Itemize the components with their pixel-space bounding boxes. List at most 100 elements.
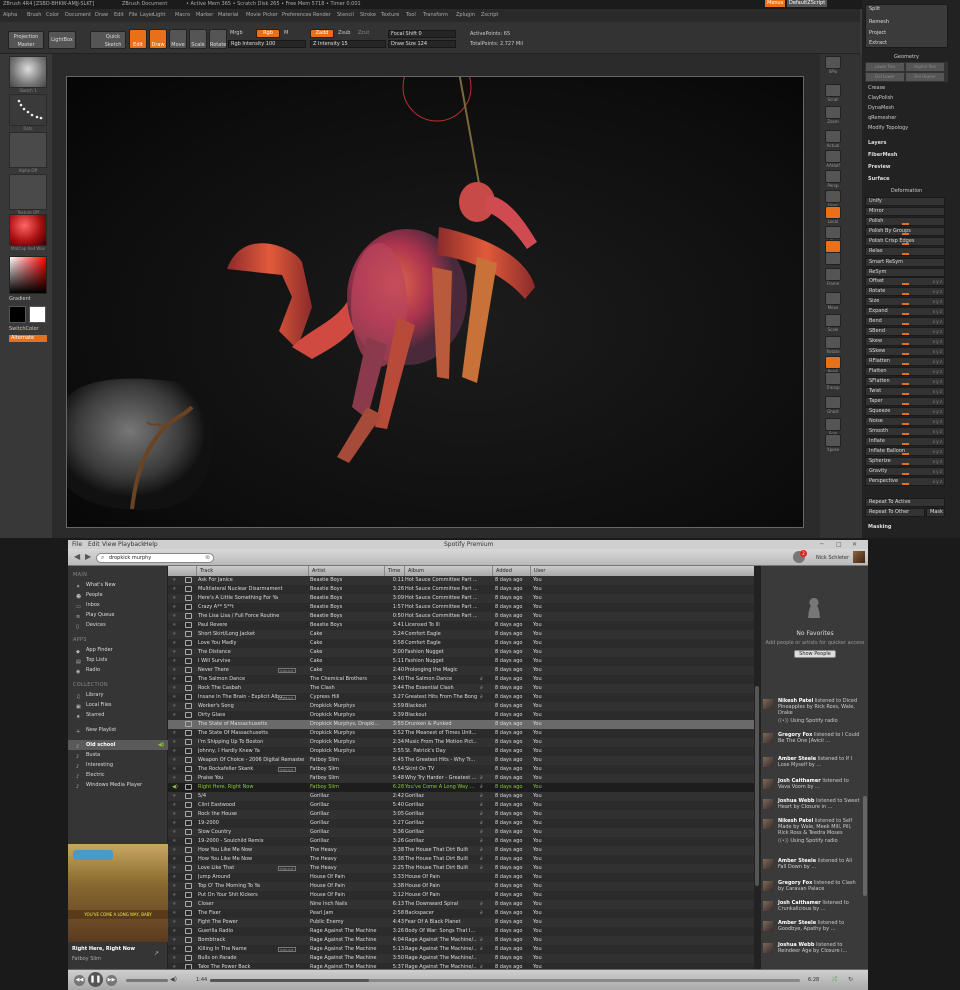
table-row[interactable]: ★ Rock the House Gorillaz 3:05 Gorillaz 8 day…	[168, 810, 754, 819]
gradient-label[interactable]: Gradient	[9, 296, 31, 302]
axis-toggles[interactable]: x y z	[933, 278, 942, 285]
table-row[interactable]: ★ The Fixer Pearl Jam 2:58 Backspacer 8 days …	[168, 909, 754, 918]
spix-icon[interactable]	[825, 56, 841, 69]
table-row[interactable]: ★ Weapon Of Choice - 2006 Digital Remaste…	[168, 756, 754, 765]
star-icon[interactable]: ★	[172, 756, 176, 765]
menu-edit[interactable]: Edit	[88, 540, 100, 549]
higher-res-button[interactable]: Higher Res	[906, 63, 944, 71]
track-album[interactable]: Rage Against The Machine/...	[405, 945, 477, 954]
axis-toggles[interactable]: x y z	[933, 448, 942, 455]
track-artist[interactable]: Cake	[310, 648, 382, 657]
track-album[interactable]: Prolonging the Magic	[405, 666, 477, 675]
table-row[interactable]: ★ The State of Massachusetts Dropkick Murp…	[168, 720, 754, 729]
share-link-icon[interactable]: ∂	[480, 792, 483, 801]
texture-tile[interactable]	[9, 174, 47, 210]
repeat-to-active-button[interactable]: Repeat To Active	[865, 498, 945, 507]
qremesher-item[interactable]: qRemesher	[865, 114, 948, 123]
track-album[interactable]: Backspacer	[405, 909, 477, 918]
polish-by-groups-slider[interactable]: Polish By Groups	[865, 227, 945, 236]
rgb-intensity-slider[interactable]: Rgb Intensity 100	[228, 40, 306, 48]
star-icon[interactable]: ★	[172, 711, 176, 720]
sidebar-item-whats-new[interactable]: ✶ What's New	[68, 580, 168, 590]
track-artist[interactable]: Rage Against The Machine	[310, 936, 382, 945]
star-icon[interactable]: ★	[172, 882, 176, 891]
star-icon[interactable]: ★	[172, 630, 176, 639]
add-to-playlist-icon[interactable]	[185, 856, 192, 862]
axis-toggles[interactable]: x y z	[933, 418, 942, 425]
column-artist[interactable]: Artist	[308, 566, 384, 576]
track-album[interactable]: Licensed To Ill	[405, 621, 477, 630]
deformation-slider-flatten[interactable]: Flatten x y z	[865, 367, 945, 376]
split-button[interactable]: Split	[869, 5, 880, 14]
add-to-playlist-icon[interactable]	[185, 757, 192, 763]
del-lower-button[interactable]: Del Lower	[866, 73, 904, 81]
show-people-button[interactable]: Show People	[794, 650, 836, 658]
star-icon[interactable]: ★	[172, 837, 176, 846]
menu-texture[interactable]: Texture	[381, 12, 399, 18]
track-album[interactable]: Hot Sauce Committee Part ...	[405, 585, 477, 594]
table-row[interactable]: ★ The Rockafeller Skank Fatboy Slim 6:54 Ski…	[168, 765, 754, 774]
table-row[interactable]: ★ Guerilla Radio Rage Against The Machine 3…	[168, 927, 754, 936]
track-artist[interactable]: The Chemical Brothers	[310, 675, 382, 684]
transp-icon[interactable]	[825, 372, 841, 385]
axis-toggles[interactable]: x y z	[933, 348, 942, 355]
star-icon[interactable]: ★	[172, 891, 176, 900]
track-album[interactable]: Gorillaz	[405, 837, 477, 846]
deformation-slider-twist[interactable]: Twist x y z	[865, 387, 945, 396]
search-box[interactable]: ⌕ dropkick murphy ⊗	[96, 553, 214, 563]
add-to-playlist-icon[interactable]	[185, 667, 192, 673]
share-link-icon[interactable]: ∂	[480, 900, 483, 909]
track-album[interactable]: St. Patrick's Day	[405, 747, 477, 756]
track-album[interactable]: The House That Dirt Built	[405, 855, 477, 864]
color-picker[interactable]	[9, 256, 47, 294]
polish-slider[interactable]: Polish	[865, 217, 945, 226]
deformation-slider-sbend[interactable]: SBend x y z	[865, 327, 945, 336]
star-icon[interactable]: ★	[172, 585, 176, 594]
track-album[interactable]: Rage Against The Machine/...	[405, 936, 477, 945]
zoom-icon[interactable]	[825, 106, 841, 119]
deformation-slider-offset[interactable]: Offset x y z	[865, 277, 945, 286]
track-album[interactable]: Hot Sauce Committee Part ...	[405, 603, 477, 612]
column-time[interactable]: Time	[384, 566, 404, 576]
deformation-slider-squeeze[interactable]: Squeeze x y z	[865, 407, 945, 416]
axis-toggles[interactable]: x y z	[933, 338, 942, 345]
menu-alpha[interactable]: Alpha	[3, 12, 17, 18]
table-row[interactable]: ★ Never There Cake 2:40 Prolonging the Magic…	[168, 666, 754, 675]
edit-button[interactable]: Edit	[129, 29, 147, 49]
menu-marker[interactable]: Marker	[196, 12, 213, 18]
track-artist[interactable]: Rage Against The Machine	[310, 945, 382, 954]
table-row[interactable]: ★ The State Of Massachusetts Dropkick Murp…	[168, 729, 754, 738]
share-link-icon[interactable]: ∂	[480, 837, 483, 846]
menu-file[interactable]: File	[72, 540, 82, 549]
track-artist[interactable]: Cypress Hill	[310, 693, 382, 702]
deformation-slider-rflatten[interactable]: RFlatten x y z	[865, 357, 945, 366]
persp-icon[interactable]	[825, 170, 841, 183]
rotate-mode-button[interactable]: Rotate	[209, 29, 227, 49]
switch-color-button[interactable]: SwitchColor	[9, 326, 39, 332]
now-playing-title[interactable]: Right Here, Right Now	[72, 946, 135, 952]
repeat-icon[interactable]: ↻	[848, 976, 853, 983]
friend-avatar[interactable]	[763, 733, 773, 743]
track-album[interactable]: The Downward Spiral	[405, 900, 477, 909]
axis-toggles[interactable]: x y z	[933, 458, 942, 465]
track-album[interactable]: House Of Pain	[405, 891, 477, 900]
track-artist[interactable]: Dropkick Murphys	[310, 729, 382, 738]
mrgb-button[interactable]: Mrgb	[230, 30, 243, 36]
track-album[interactable]: The House That Dirt Built	[405, 864, 477, 873]
table-row[interactable]: ★ Ask For Janice Beastie Boys 0:11 Hot Sauce…	[168, 576, 754, 585]
move-mode-button[interactable]: Move	[169, 29, 187, 49]
star-icon[interactable]: ★	[172, 954, 176, 963]
star-icon[interactable]: ★	[172, 666, 176, 675]
sidebar-item-top-lists[interactable]: ▤ Top Lists	[68, 655, 168, 665]
scroll-icon[interactable]	[825, 84, 841, 97]
star-icon[interactable]: ★	[172, 729, 176, 738]
track-artist[interactable]: Dropkick Murphys, Dropki...	[310, 720, 382, 729]
menu-transform[interactable]: Transform	[423, 12, 448, 18]
axis-toggles[interactable]: x y z	[933, 428, 942, 435]
document-canvas[interactable]	[61, 52, 804, 528]
pause-icon[interactable]: ❚❚	[88, 972, 103, 987]
star-icon[interactable]: ★	[172, 945, 176, 954]
deformation-slider-gravity[interactable]: Gravity x y z	[865, 467, 945, 476]
table-row[interactable]: ★ 19-2000 - Soulchild Remix Gorillaz 3:26 Go…	[168, 837, 754, 846]
crease-item[interactable]: Crease	[865, 84, 948, 93]
